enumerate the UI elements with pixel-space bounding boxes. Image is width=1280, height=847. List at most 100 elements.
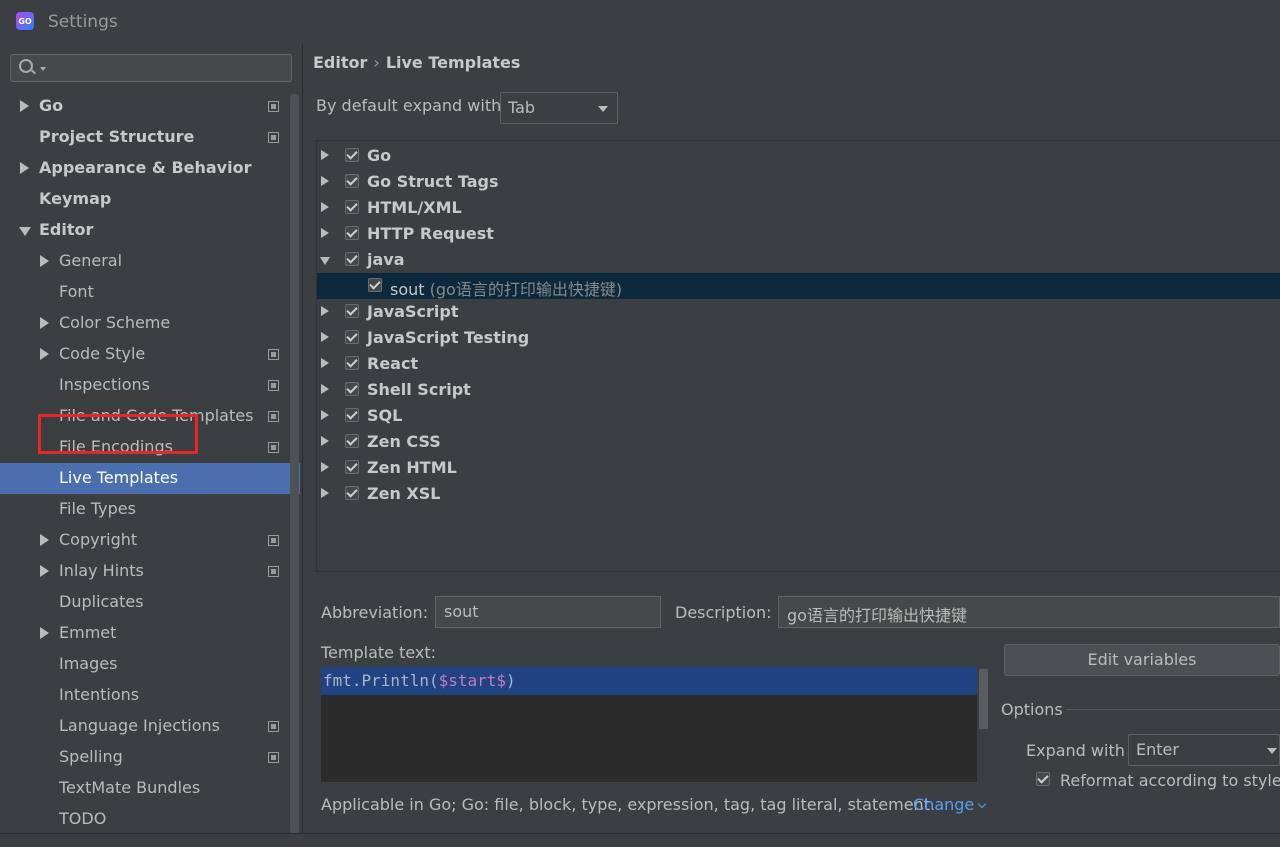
expand-arrow-right-icon[interactable] (40, 348, 49, 360)
template-group-checkbox[interactable] (345, 226, 359, 240)
template-group-checkbox[interactable] (345, 330, 359, 344)
template-group-zen-html[interactable]: Zen HTML (317, 455, 1280, 481)
expand-arrow-right-icon[interactable] (321, 410, 329, 420)
expand-with-dropdown[interactable]: Enter (1128, 734, 1280, 766)
expand-arrow-right-icon[interactable] (321, 150, 329, 160)
sidebar-item-font[interactable]: Font (0, 277, 300, 308)
template-group-java[interactable]: java (317, 247, 1280, 273)
panel-divider[interactable] (302, 44, 303, 834)
sidebar-item-duplicates[interactable]: Duplicates (0, 587, 300, 618)
template-item-label: sout (go语言的打印输出快捷键) (390, 276, 622, 300)
editor-scrollbar[interactable] (977, 667, 990, 782)
annotation-highlight-box (38, 414, 198, 454)
sidebar-item-general[interactable]: General (0, 246, 300, 277)
template-group-javascript-testing[interactable]: JavaScript Testing (317, 325, 1280, 351)
edit-variables-button[interactable]: Edit variables (1004, 644, 1280, 676)
sidebar-item-todo[interactable]: TODO (0, 804, 300, 835)
sidebar-item-language-injections[interactable]: Language Injections (0, 711, 300, 742)
template-item-sout[interactable]: sout (go语言的打印输出快捷键) (317, 273, 1280, 299)
template-group-shell-script[interactable]: Shell Script (317, 377, 1280, 403)
template-group-name: React (367, 354, 419, 373)
abbreviation-value: sout (444, 602, 479, 621)
expand-arrow-right-icon[interactable] (40, 534, 49, 546)
expand-arrow-right-icon[interactable] (20, 100, 29, 112)
template-group-go[interactable]: Go (317, 143, 1280, 169)
template-group-go-struct-tags[interactable]: Go Struct Tags (317, 169, 1280, 195)
expand-arrow-down-icon[interactable] (19, 227, 31, 236)
search-icon (19, 59, 33, 73)
template-group-html-xml[interactable]: HTML/XML (317, 195, 1280, 221)
expand-arrow-right-icon[interactable] (321, 332, 329, 342)
expand-arrow-right-icon[interactable] (321, 228, 329, 238)
breadcrumb-separator: › (373, 53, 380, 72)
sidebar-item-inspections[interactable]: Inspections (0, 370, 300, 401)
template-group-sql[interactable]: SQL (317, 403, 1280, 429)
expand-arrow-right-icon[interactable] (40, 627, 49, 639)
template-group-checkbox[interactable] (345, 174, 359, 188)
template-group-checkbox[interactable] (345, 252, 359, 266)
project-level-icon (268, 721, 279, 732)
template-group-checkbox[interactable] (345, 356, 359, 370)
sidebar-item-intentions[interactable]: Intentions (0, 680, 300, 711)
expand-arrow-right-icon[interactable] (40, 565, 49, 577)
expand-arrow-right-icon[interactable] (40, 317, 49, 329)
sidebar-item-images[interactable]: Images (0, 649, 300, 680)
project-level-icon (268, 101, 279, 112)
project-level-icon (268, 535, 279, 546)
expand-arrow-right-icon[interactable] (321, 436, 329, 446)
sidebar-item-project-structure[interactable]: Project Structure (0, 122, 300, 153)
abbreviation-field[interactable]: sout (435, 596, 661, 628)
template-group-checkbox[interactable] (345, 200, 359, 214)
breadcrumb-parent[interactable]: Editor (313, 53, 367, 72)
expand-arrow-down-icon[interactable] (320, 257, 330, 265)
template-group-checkbox[interactable] (345, 304, 359, 318)
template-text-editor[interactable]: fmt.Println($start$) (321, 667, 990, 782)
default-expand-dropdown[interactable]: Tab (500, 92, 618, 124)
sidebar-scrollbar[interactable] (290, 94, 299, 834)
expand-arrow-right-icon[interactable] (321, 358, 329, 368)
template-group-react[interactable]: React (317, 351, 1280, 377)
sidebar-item-editor[interactable]: Editor (0, 215, 300, 246)
change-contexts-link[interactable]: Change (913, 795, 987, 814)
sidebar-item-spelling[interactable]: Spelling (0, 742, 300, 773)
template-group-name: HTTP Request (367, 224, 494, 243)
sidebar-item-live-templates[interactable]: Live Templates (0, 463, 300, 494)
sidebar-item-keymap[interactable]: Keymap (0, 184, 300, 215)
template-group-checkbox[interactable] (345, 382, 359, 396)
template-group-checkbox[interactable] (345, 434, 359, 448)
reformat-checkbox[interactable] (1036, 772, 1050, 786)
sidebar-item-textmate-bundles[interactable]: TextMate Bundles (0, 773, 300, 804)
expand-arrow-right-icon[interactable] (321, 488, 329, 498)
editor-scrollbar-thumb[interactable] (979, 669, 988, 729)
search-history-dropdown-icon[interactable] (40, 67, 46, 71)
template-group-checkbox[interactable] (345, 460, 359, 474)
template-group-name: JavaScript (367, 302, 459, 321)
sidebar-item-copyright[interactable]: Copyright (0, 525, 300, 556)
template-item-checkbox[interactable] (368, 278, 382, 292)
sidebar-item-color-scheme[interactable]: Color Scheme (0, 308, 300, 339)
sidebar-item-appearance-behavior[interactable]: Appearance & Behavior (0, 153, 300, 184)
template-group-zen-xsl[interactable]: Zen XSL (317, 481, 1280, 507)
template-group-javascript[interactable]: JavaScript (317, 299, 1280, 325)
expand-arrow-right-icon[interactable] (321, 384, 329, 394)
template-group-checkbox[interactable] (345, 408, 359, 422)
sidebar-item-emmet[interactable]: Emmet (0, 618, 300, 649)
expand-with-value: Enter (1136, 740, 1179, 759)
template-group-zen-css[interactable]: Zen CSS (317, 429, 1280, 455)
expand-arrow-right-icon[interactable] (20, 162, 29, 174)
expand-arrow-right-icon[interactable] (321, 306, 329, 316)
expand-arrow-right-icon[interactable] (321, 462, 329, 472)
template-group-checkbox[interactable] (345, 148, 359, 162)
template-group-http-request[interactable]: HTTP Request (317, 221, 1280, 247)
expand-arrow-right-icon[interactable] (40, 255, 49, 267)
expand-arrow-right-icon[interactable] (321, 202, 329, 212)
template-group-checkbox[interactable] (345, 486, 359, 500)
expand-arrow-right-icon[interactable] (321, 176, 329, 186)
code-variable: $start$ (438, 671, 507, 690)
sidebar-item-go[interactable]: Go (0, 91, 300, 122)
description-field[interactable]: go语言的打印输出快捷键 (778, 596, 1280, 628)
sidebar-item-file-types[interactable]: File Types (0, 494, 300, 525)
settings-search-input[interactable] (10, 54, 292, 82)
sidebar-item-code-style[interactable]: Code Style (0, 339, 300, 370)
sidebar-item-inlay-hints[interactable]: Inlay Hints (0, 556, 300, 587)
